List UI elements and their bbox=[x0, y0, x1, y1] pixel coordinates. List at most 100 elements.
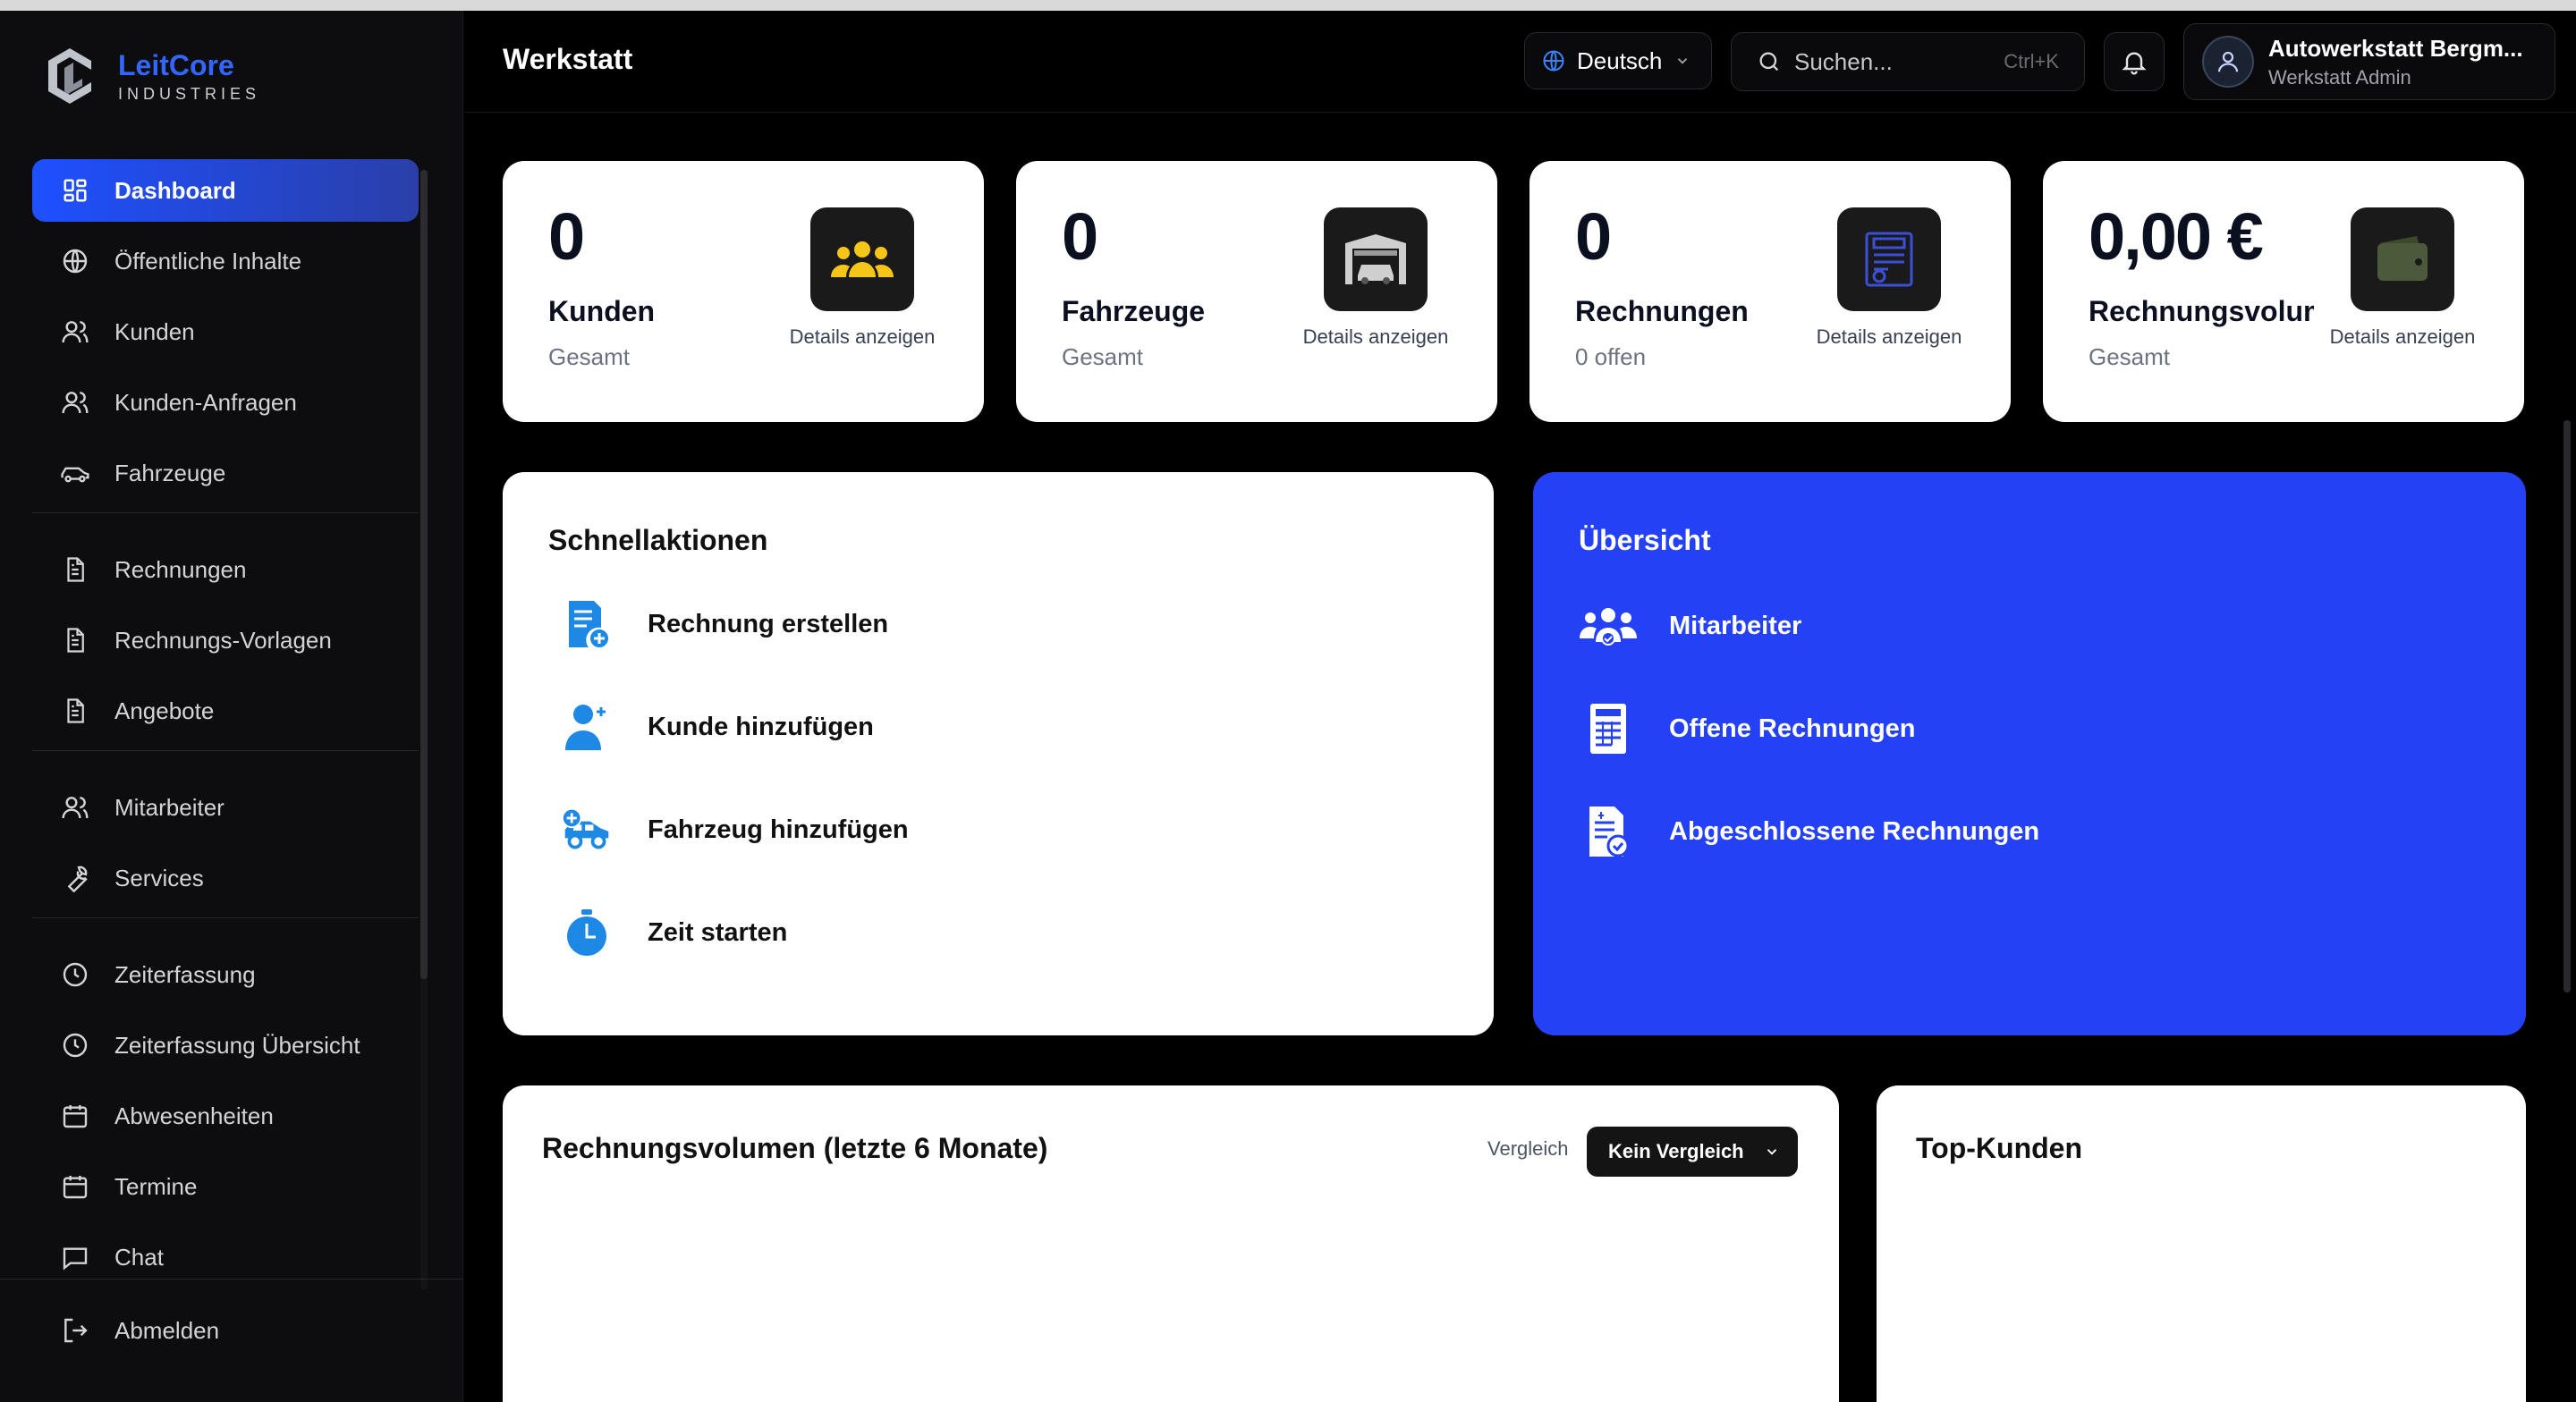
chevron-down-icon bbox=[1764, 1144, 1780, 1160]
group-icon bbox=[831, 241, 894, 277]
stat-card-invoice-volume[interactable]: 0,00 € Rechnungsvolumen Gesamt Details a… bbox=[2043, 161, 2524, 422]
stat-icon-tile bbox=[810, 207, 914, 311]
stat-card-vehicles[interactable]: 0 Fahrzeuge Gesamt Details anzeigen bbox=[1016, 161, 1497, 422]
stat-label: Rechnungen bbox=[1575, 295, 1749, 327]
quick-action-start-time[interactable]: Zeit starten bbox=[562, 908, 787, 958]
details-link[interactable]: Details anzeigen bbox=[1792, 325, 1986, 349]
sidebar-item-services[interactable]: Services bbox=[32, 847, 419, 909]
overview-item-employees[interactable]: Mitarbeiter bbox=[1580, 597, 1801, 655]
sidebar-item-absences[interactable]: Abwesenheiten bbox=[32, 1085, 419, 1147]
sidebar-item-customer-requests[interactable]: Kunden-Anfragen bbox=[32, 371, 419, 434]
calendar-icon bbox=[59, 1170, 91, 1203]
car-icon bbox=[59, 457, 91, 489]
document-icon bbox=[59, 553, 91, 586]
bell-icon bbox=[2120, 47, 2148, 76]
overview-title: Übersicht bbox=[1579, 524, 1711, 556]
overview-item-label: Offene Rechnungen bbox=[1669, 714, 1916, 743]
compare-label: Vergleich bbox=[1487, 1137, 1569, 1160]
overview-item-completed-invoices[interactable]: Abgeschlossene Rechnungen bbox=[1580, 803, 2039, 860]
user-name: Autowerkstatt Bergm... bbox=[2268, 34, 2523, 62]
wrench-icon bbox=[59, 862, 91, 894]
sidebar-item-time-tracking-overview[interactable]: Zeiterfassung Übersicht bbox=[32, 1014, 419, 1077]
sidebar-scrollbar-thumb[interactable] bbox=[420, 170, 428, 979]
quick-action-label: Rechnung erstellen bbox=[648, 609, 889, 638]
invoice-add-icon bbox=[562, 599, 612, 649]
sidebar-item-appointments[interactable]: Termine bbox=[32, 1155, 419, 1218]
top-customers-title: Top-Kunden bbox=[1916, 1132, 2083, 1164]
details-link[interactable]: Details anzeigen bbox=[2306, 325, 2499, 349]
page-scrollbar[interactable] bbox=[2563, 420, 2571, 992]
stat-sub: Gesamt bbox=[2089, 343, 2171, 370]
stat-value: 0,00 € bbox=[2089, 199, 2264, 274]
sidebar: LeitCore INDUSTRIES Dashboard Öffentlich… bbox=[0, 11, 463, 1402]
search-input[interactable]: Suchen... Ctrl+K bbox=[1731, 32, 2085, 91]
sidebar-item-public-content[interactable]: Öffentliche Inhalte bbox=[32, 230, 419, 292]
brand-subtitle: INDUSTRIES bbox=[118, 84, 261, 103]
sidebar-item-vehicles[interactable]: Fahrzeuge bbox=[32, 442, 419, 504]
quick-action-create-invoice[interactable]: Rechnung erstellen bbox=[562, 599, 888, 649]
stat-label: Fahrzeuge bbox=[1062, 295, 1206, 327]
user-add-icon bbox=[562, 702, 612, 752]
user-role: Werkstatt Admin bbox=[2268, 65, 2411, 89]
sidebar-divider bbox=[32, 750, 419, 751]
sidebar-item-time-tracking[interactable]: Zeiterfassung bbox=[32, 943, 419, 1006]
sidebar-item-dashboard[interactable]: Dashboard bbox=[32, 159, 419, 222]
sidebar-item-offers[interactable]: Angebote bbox=[32, 680, 419, 742]
brand-logo[interactable]: LeitCore INDUSTRIES bbox=[43, 45, 260, 107]
sidebar-item-label: Angebote bbox=[114, 697, 215, 724]
language-selector[interactable]: Deutsch bbox=[1524, 32, 1712, 89]
stat-sub: Gesamt bbox=[548, 343, 631, 370]
compare-select[interactable]: Kein Vergleich bbox=[1587, 1127, 1798, 1177]
search-placeholder: Suchen... bbox=[1794, 47, 1893, 75]
sidebar-item-label: Öffentliche Inhalte bbox=[114, 247, 302, 274]
quick-actions-panel: Schnellaktionen Rechnung erstellen Kunde… bbox=[503, 472, 1494, 1035]
overview-item-open-invoices[interactable]: Offene Rechnungen bbox=[1580, 700, 1916, 757]
top-customers-card: Top-Kunden bbox=[1877, 1085, 2526, 1402]
stat-label: Rechnungsvolumen bbox=[2089, 295, 2314, 327]
sidebar-item-invoices[interactable]: Rechnungen bbox=[32, 538, 419, 601]
sidebar-footer: Abmelden bbox=[0, 1279, 463, 1402]
team-icon bbox=[1580, 597, 1637, 655]
stat-icon-tile bbox=[1324, 207, 1428, 311]
language-label: Deutsch bbox=[1577, 46, 1663, 74]
stat-sub: Gesamt bbox=[1062, 343, 1144, 370]
sidebar-item-label: Kunden bbox=[114, 317, 195, 345]
top-header: Werkstatt Deutsch Suchen... Ctrl+K Autow… bbox=[464, 11, 2576, 113]
stat-sub: 0 offen bbox=[1575, 343, 1647, 370]
user-menu[interactable]: Autowerkstatt Bergm... Werkstatt Admin bbox=[2183, 23, 2555, 100]
quick-action-add-vehicle[interactable]: Fahrzeug hinzufügen bbox=[562, 805, 909, 855]
sidebar-item-employees[interactable]: Mitarbeiter bbox=[32, 776, 419, 839]
sidebar-item-label: Zeiterfassung bbox=[114, 960, 256, 988]
document-icon bbox=[59, 624, 91, 656]
invoice-icon bbox=[1865, 232, 1913, 287]
sidebar-item-label: Abwesenheiten bbox=[114, 1102, 274, 1129]
sidebar-item-label: Zeiterfassung Übersicht bbox=[114, 1031, 360, 1059]
avatar bbox=[2202, 36, 2254, 88]
details-link[interactable]: Details anzeigen bbox=[766, 325, 959, 349]
sidebar-item-label: Dashboard bbox=[114, 176, 236, 204]
stopwatch-icon bbox=[562, 908, 612, 958]
sidebar-item-invoice-templates[interactable]: Rechnungs-Vorlagen bbox=[32, 609, 419, 671]
notifications-button[interactable] bbox=[2104, 32, 2165, 91]
users-icon bbox=[59, 791, 91, 823]
quick-action-add-customer[interactable]: Kunde hinzufügen bbox=[562, 702, 874, 752]
chat-icon bbox=[59, 1241, 91, 1273]
logout-button[interactable]: Abmelden bbox=[32, 1299, 419, 1362]
chevron-down-icon bbox=[1674, 53, 1690, 69]
details-link[interactable]: Details anzeigen bbox=[1279, 325, 1472, 349]
sidebar-item-customers[interactable]: Kunden bbox=[32, 300, 419, 363]
sidebar-item-label: Fahrzeuge bbox=[114, 459, 226, 486]
garage-icon bbox=[1345, 234, 1406, 284]
sidebar-item-chat[interactable]: Chat bbox=[32, 1226, 419, 1280]
clock-icon bbox=[59, 1029, 91, 1061]
stat-card-customers[interactable]: 0 Kunden Gesamt Details anzeigen bbox=[503, 161, 984, 422]
quick-actions-title: Schnellaktionen bbox=[548, 524, 768, 556]
globe-icon bbox=[59, 245, 91, 277]
sidebar-item-label: Chat bbox=[114, 1243, 164, 1271]
invoice-check-icon bbox=[1580, 803, 1637, 860]
stat-card-invoices[interactable]: 0 Rechnungen 0 offen Details anzeigen bbox=[1530, 161, 2011, 422]
chart-title: Rechnungsvolumen (letzte 6 Monate) bbox=[542, 1132, 1048, 1164]
compare-select-value: Kein Vergleich bbox=[1608, 1140, 1744, 1162]
stat-value: 0 bbox=[548, 199, 585, 274]
quick-action-label: Zeit starten bbox=[648, 917, 788, 947]
